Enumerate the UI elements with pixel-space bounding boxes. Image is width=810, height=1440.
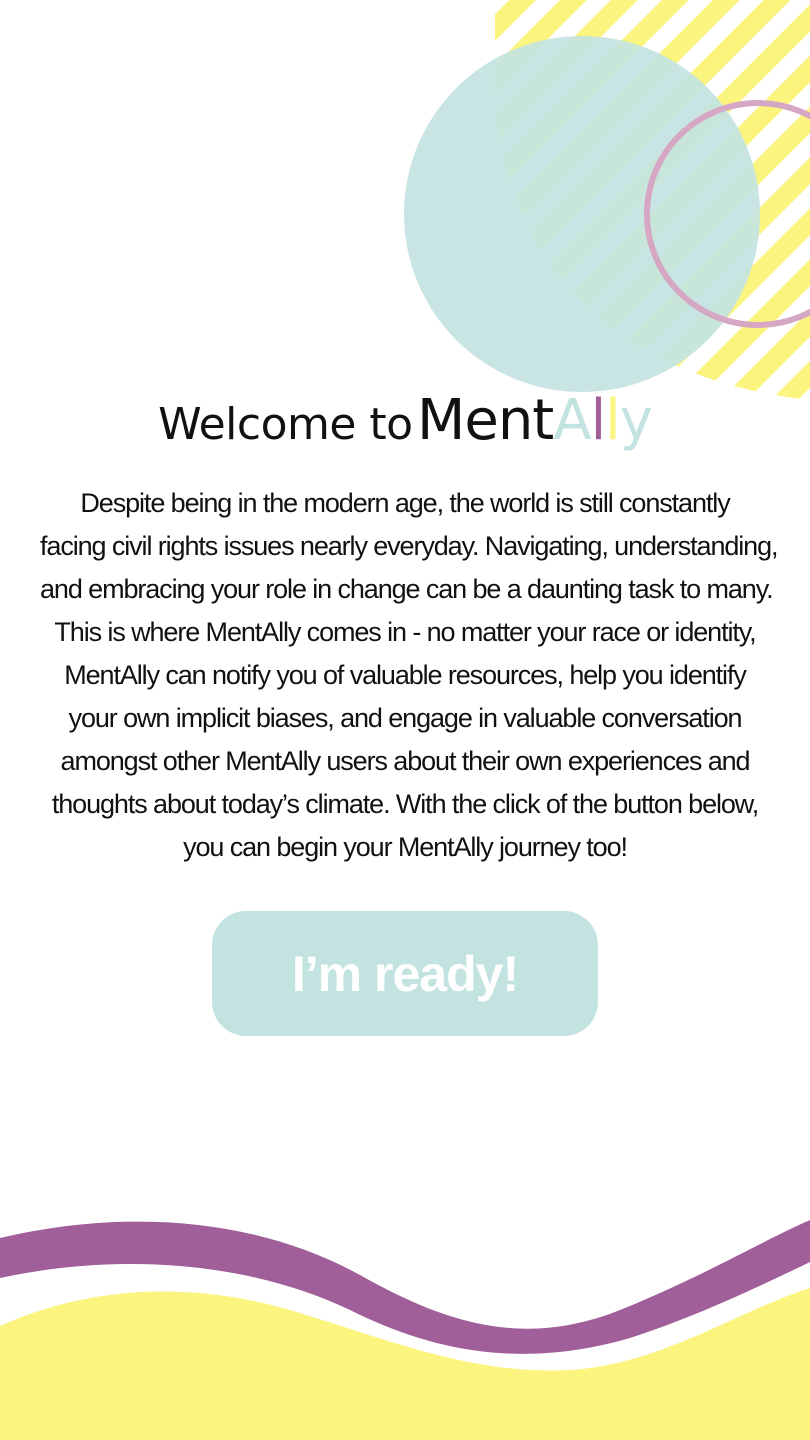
im-ready-button[interactable]: I’m ready!	[212, 911, 598, 1036]
bottom-wave-decoration	[0, 1220, 810, 1440]
logo-part: A	[553, 388, 591, 453]
logo-part: y	[619, 388, 653, 453]
intro-line: Despite being in the modern age, the wor…	[80, 488, 730, 518]
intro-line: your own implicit biases, and engage in …	[68, 703, 743, 733]
intro-line: facing civil rights issues nearly everyd…	[40, 531, 779, 561]
top-decoration	[404, 0, 810, 400]
logo-part: Ment	[417, 388, 554, 453]
welcome-text: Welcome to	[158, 399, 413, 450]
teal-circle	[404, 36, 760, 392]
intro-line: amongst other MentAlly users about their…	[60, 746, 751, 776]
logo-part: l	[605, 388, 621, 453]
intro-line: MentAlly can notify you of valuable reso…	[64, 660, 747, 690]
intro-line: you can begin your MentAlly journey too!	[183, 832, 628, 862]
logo-part: l	[590, 388, 607, 453]
intro-line: thoughts about today’s climate. With the…	[51, 789, 759, 819]
welcome-title: Welcome to MentAlly	[0, 388, 810, 453]
intro-line: This is where MentAlly comes in - no mat…	[54, 617, 756, 647]
intro-line: and embracing your role in change can be…	[40, 574, 774, 604]
mentally-logo: MentAlly	[417, 388, 653, 453]
intro-paragraph: Despite being in the modern age, the wor…	[40, 482, 779, 869]
